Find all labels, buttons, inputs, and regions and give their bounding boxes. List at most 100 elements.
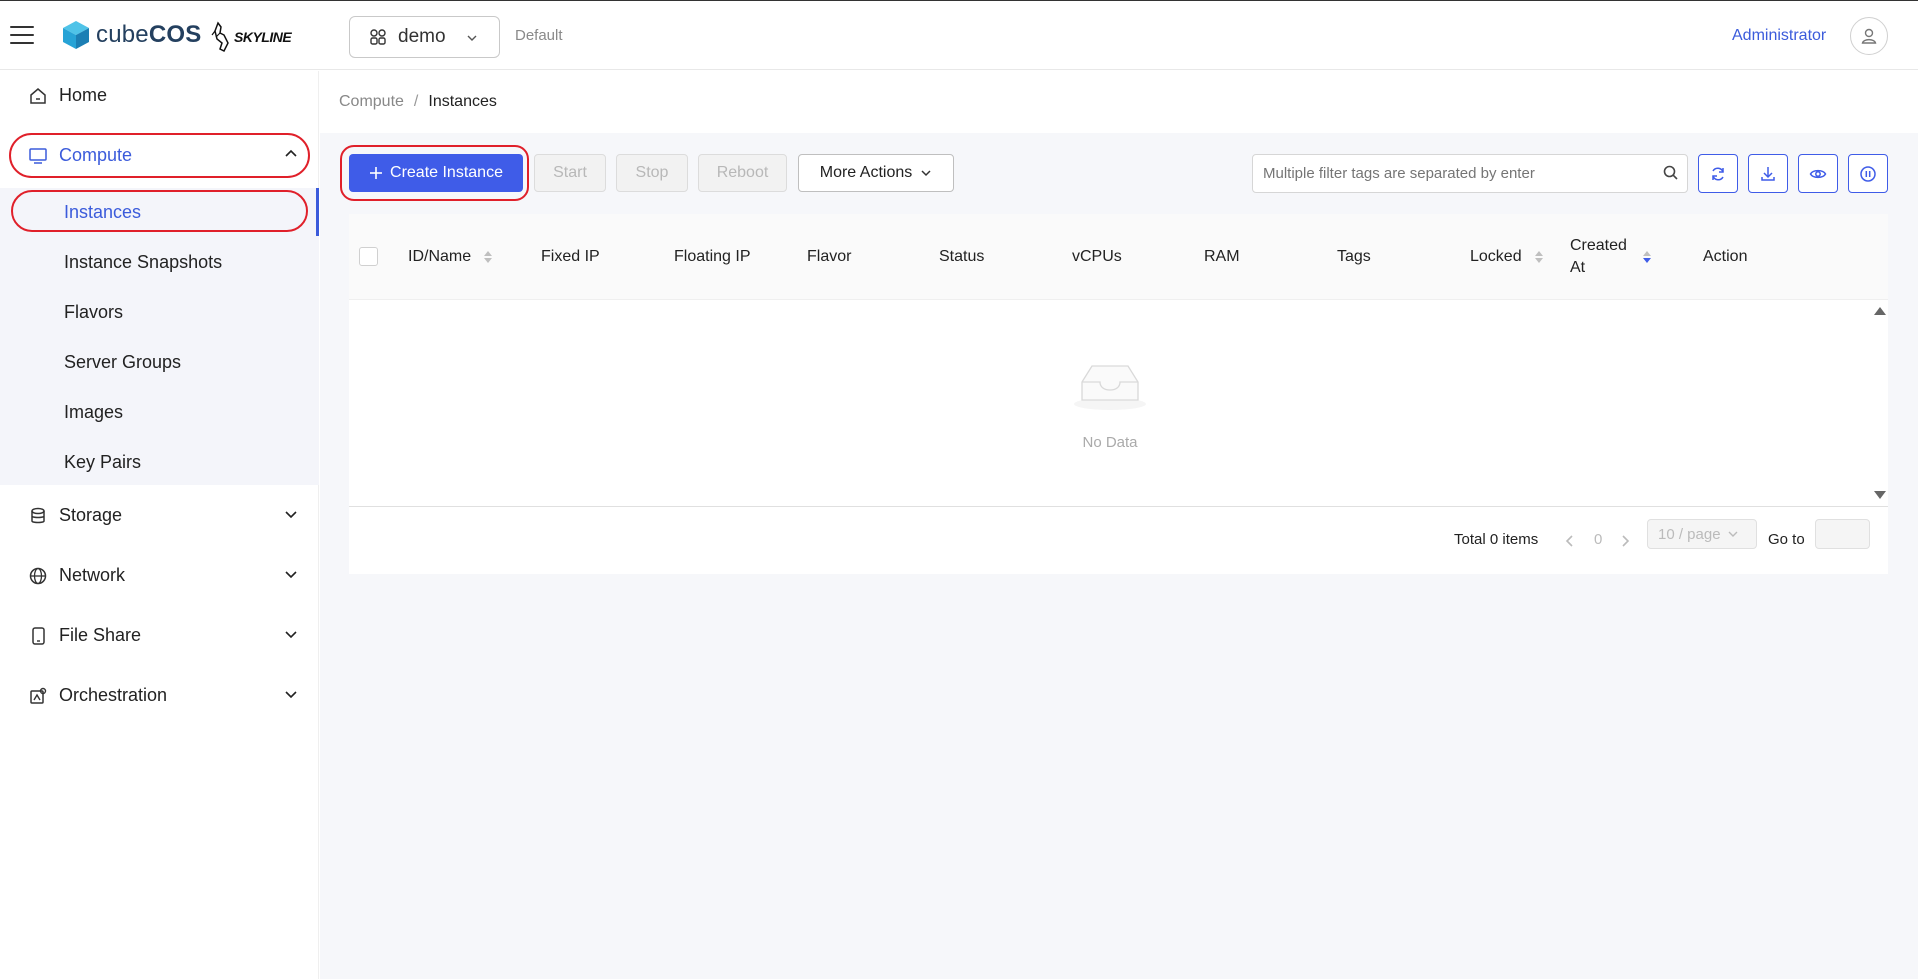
sidebar-item-label: Storage [59, 504, 123, 525]
sidebar-item-flavors[interactable]: Flavors [0, 288, 319, 336]
chevron-down-icon [285, 571, 297, 579]
breadcrumb-bar: Compute / Instances [320, 71, 1918, 133]
empty-inbox-icon [1074, 365, 1146, 410]
sidebar-item-instance-snapshots[interactable]: Instance Snapshots [0, 238, 319, 286]
sidebar-item-label: Compute [59, 144, 133, 165]
pagination: Total 0 items 0 10 / page Go to [349, 506, 1888, 574]
refresh-button[interactable] [1698, 154, 1738, 193]
next-page-icon[interactable] [1619, 534, 1631, 548]
user-name-link[interactable]: Administrator [1732, 27, 1826, 45]
project-name: demo [398, 26, 446, 47]
sidebar-item-label: Home [59, 84, 108, 105]
sidebar-item-file-share[interactable]: File Share [0, 611, 319, 659]
reboot-label: Reboot [716, 164, 769, 181]
column-label: Locked [1470, 248, 1522, 265]
goto-page-input[interactable] [1815, 519, 1870, 549]
create-instance-button[interactable]: Create Instance [349, 154, 523, 192]
sidebar-item-storage[interactable]: Storage [0, 491, 319, 539]
prev-page-icon[interactable] [1564, 534, 1576, 548]
column-visibility-button[interactable] [1798, 154, 1838, 193]
skyline-logo-icon [211, 21, 229, 53]
sidebar-item-orchestration[interactable]: Orchestration [0, 671, 319, 719]
column-label: Action [1703, 248, 1748, 265]
scroll-down-arrow-icon[interactable] [1873, 490, 1887, 500]
column-label: Floating IP [674, 248, 751, 265]
column-label: Status [939, 248, 985, 265]
start-button[interactable]: Start [534, 154, 606, 192]
breadcrumb: Compute / Instances [339, 93, 497, 111]
download-button[interactable] [1748, 154, 1788, 193]
eye-icon [1809, 169, 1827, 178]
refresh-icon [1712, 166, 1724, 181]
sort-icon[interactable] [1534, 248, 1544, 266]
column-label: vCPUs [1072, 248, 1122, 265]
sidebar-item-home[interactable]: Home [0, 71, 319, 119]
sidebar-item-images[interactable]: Images [0, 388, 319, 436]
table-scrollbar[interactable] [1871, 300, 1888, 506]
stop-button[interactable]: Stop [616, 154, 688, 192]
instances-table: ID/Name Fixed IP Floating IP Flavor Stat… [349, 214, 1888, 574]
sidebar-item-label: Flavors [64, 301, 124, 322]
orchestration-icon [30, 687, 47, 704]
skyline-wordmark: SKYLINE [234, 29, 292, 45]
column-created-at[interactable]: Created At [1570, 214, 1652, 300]
total-items: Total 0 items [1454, 531, 1539, 548]
column-vcpus: vCPUs [1072, 214, 1122, 300]
download-icon [1761, 166, 1775, 181]
column-label: ID/Name [408, 248, 472, 265]
more-actions-label: More Actions [819, 164, 913, 181]
no-data-text: No Data [1082, 434, 1138, 451]
chevron-down-icon [467, 35, 477, 41]
sidebar-item-label: File Share [59, 624, 142, 645]
chevron-down-icon [285, 691, 297, 699]
scroll-up-arrow-icon[interactable] [1873, 306, 1887, 316]
breadcrumb-instances: Instances [428, 93, 497, 110]
tablet-icon [32, 627, 45, 645]
breadcrumb-compute[interactable]: Compute [339, 93, 404, 110]
create-instance-label: Create Instance [390, 164, 503, 181]
goto-label: Go to [1768, 531, 1805, 548]
page-size-select[interactable]: 10 / page [1647, 519, 1757, 549]
column-action: Action [1703, 214, 1747, 300]
user-icon [1861, 28, 1877, 44]
column-id-name[interactable]: ID/Name [408, 214, 493, 300]
sidebar-item-instances[interactable]: Instances [0, 188, 319, 236]
chevron-down-icon [1728, 531, 1738, 537]
sidebar-item-compute[interactable]: Compute [0, 131, 319, 179]
globe-icon [29, 567, 47, 585]
project-selector[interactable]: demo [349, 16, 500, 58]
start-label: Start [553, 164, 587, 181]
search-icon[interactable] [1662, 164, 1680, 182]
sort-descending-icon[interactable] [1642, 248, 1652, 266]
sidebar-item-network[interactable]: Network [0, 551, 319, 599]
user-avatar[interactable] [1850, 17, 1888, 55]
compute-submenu: Instances Instance Snapshots Flavors Ser… [0, 188, 319, 485]
project-icon [370, 29, 386, 45]
column-flavor: Flavor [807, 214, 851, 300]
column-fixed-ip: Fixed IP [541, 214, 600, 300]
select-all-checkbox[interactable] [359, 247, 378, 266]
column-ram: RAM [1204, 214, 1240, 300]
stop-label: Stop [635, 164, 669, 181]
monitor-icon [29, 148, 47, 164]
plus-icon [370, 167, 383, 179]
chevron-down-icon [285, 631, 297, 639]
menu-icon[interactable] [10, 26, 34, 44]
sidebar-item-server-groups[interactable]: Server Groups [0, 338, 319, 386]
pause-auto-refresh-button[interactable] [1848, 154, 1888, 193]
sidebar-item-label: Images [64, 401, 124, 422]
search-input[interactable] [1252, 154, 1688, 193]
domain-label: Default [515, 27, 563, 44]
cube-logo-icon [63, 21, 89, 49]
sort-icon[interactable] [483, 248, 493, 266]
chevron-down-icon [285, 511, 297, 519]
column-label: Flavor [807, 248, 852, 265]
sidebar-item-label: Instance Snapshots [64, 251, 223, 272]
sidebar-item-key-pairs[interactable]: Key Pairs [0, 438, 319, 486]
column-locked[interactable]: Locked [1470, 214, 1544, 300]
sidebar: Home Compute Instances Instance Snapshot… [0, 71, 319, 979]
more-actions-button[interactable]: More Actions [798, 154, 954, 192]
reboot-button[interactable]: Reboot [698, 154, 787, 192]
sidebar-item-label: Key Pairs [64, 451, 142, 472]
cubecos-logo[interactable]: cubeCOS [62, 20, 201, 50]
